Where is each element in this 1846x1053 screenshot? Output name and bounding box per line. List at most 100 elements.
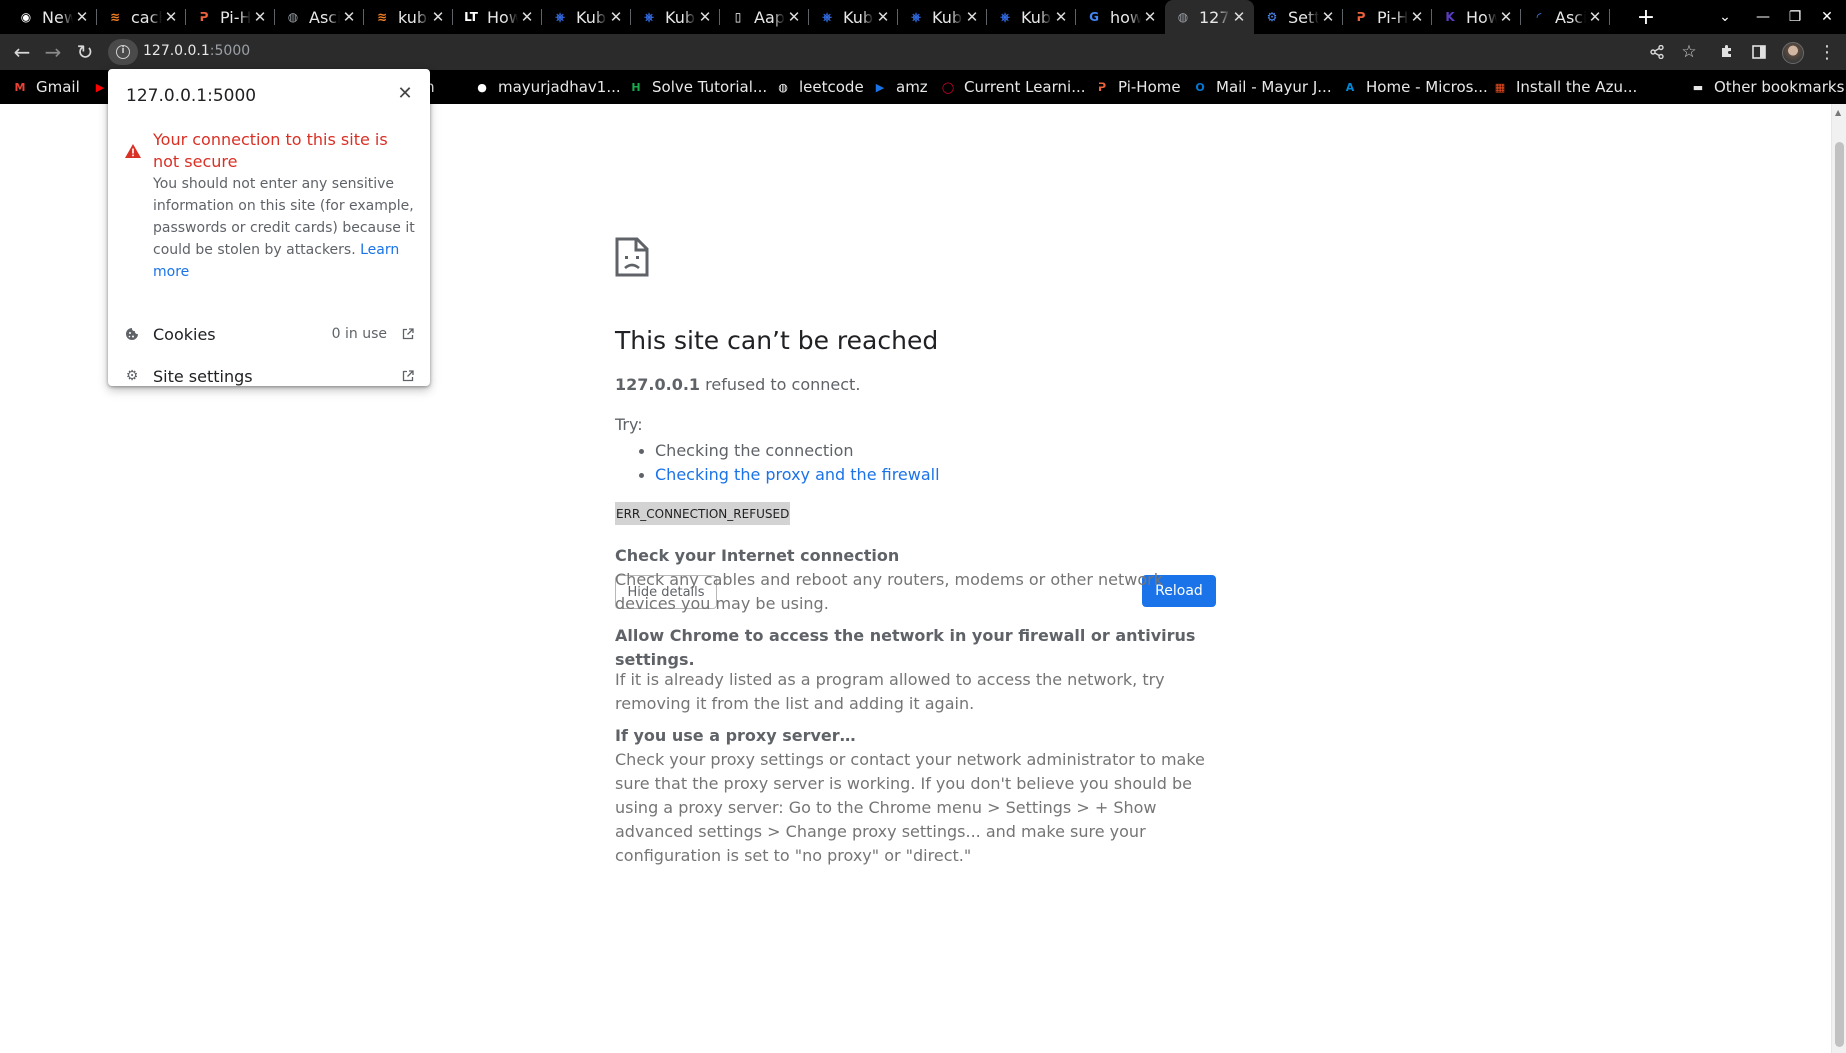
- tab-search-button[interactable]: ⌄: [1712, 0, 1738, 34]
- close-tab-icon[interactable]: ✕: [607, 8, 625, 26]
- tab-11[interactable]: ⎈ Kubernetes✕: [898, 0, 987, 34]
- minimize-button[interactable]: —: [1750, 0, 1776, 34]
- bookmark-13[interactable]: ▬ Other bookmarks: [1690, 70, 1845, 104]
- close-tab-icon[interactable]: ✕: [340, 8, 358, 26]
- tab-1[interactable]: ◉ New Tab✕: [8, 0, 97, 34]
- close-tab-icon[interactable]: ✕: [963, 8, 981, 26]
- tab-8[interactable]: ⎈ Kubernetes✕: [631, 0, 720, 34]
- url-text[interactable]: 127.0.0.1:5000: [143, 43, 250, 59]
- tab-title: Kubernetes: [665, 7, 696, 27]
- vertical-scrollbar[interactable]: ▲: [1831, 104, 1846, 1053]
- pihole-icon: ᕈ: [1097, 80, 1107, 94]
- globe-icon: ◍: [1177, 10, 1189, 24]
- new-tab-button[interactable]: +: [1636, 0, 1656, 34]
- bookmark-9[interactable]: ᕈ Pi-Home: [1094, 70, 1181, 104]
- bookmark-label: Gmail: [36, 78, 80, 96]
- pihole-icon: ᕈ: [1356, 10, 1366, 24]
- bookmark-label: mayurjadhav1...: [498, 78, 621, 96]
- close-tab-icon[interactable]: ✕: [874, 8, 892, 26]
- youtube-icon: ▶: [95, 80, 105, 94]
- kubernetes-icon: ⎈: [555, 9, 565, 24]
- microsoft-icon: ▦: [1494, 80, 1506, 94]
- tab-17[interactable]: K How to✕: [1432, 0, 1521, 34]
- bookmark-star-icon[interactable]: ☆: [1677, 34, 1701, 70]
- close-tab-icon[interactable]: ✕: [1408, 8, 1426, 26]
- close-tab-icon[interactable]: ✕: [1586, 8, 1604, 26]
- profile-avatar[interactable]: [1782, 42, 1804, 64]
- tab-14[interactable]: ◍ 127.0.0.1✕: [1165, 0, 1254, 34]
- url-host: 127.0.0.1: [143, 43, 210, 59]
- bookmark-1[interactable]: M Gmail: [12, 70, 80, 104]
- close-tab-icon[interactable]: ✕: [1052, 8, 1070, 26]
- tab-10[interactable]: ⎈ Kubernetes✕: [809, 0, 898, 34]
- close-tab-icon[interactable]: ✕: [1230, 8, 1248, 26]
- close-tab-icon[interactable]: ✕: [162, 8, 180, 26]
- bookmark-5[interactable]: H Solve Tutorial...: [628, 70, 767, 104]
- bookmark-label: Solve Tutorial...: [652, 78, 768, 96]
- tab-5[interactable]: ≋ kubernetes✕: [364, 0, 453, 34]
- tab-title: cache: [131, 7, 162, 27]
- close-tab-icon[interactable]: ✕: [1497, 8, 1515, 26]
- section-body-proxy: Check your proxy settings or contact you…: [615, 750, 1205, 865]
- site-settings-row[interactable]: ⚙ Site settings: [108, 356, 430, 396]
- bookmark-7[interactable]: ▶ amz: [872, 70, 928, 104]
- site-info-button[interactable]: i: [108, 39, 138, 65]
- section-body-firewall: If it is already listed as a program all…: [615, 670, 1165, 713]
- scrollbar-thumb[interactable]: [1835, 142, 1844, 1047]
- side-panel-icon[interactable]: [1747, 34, 1771, 70]
- suggestion-check-connection: Checking the connection: [639, 439, 940, 463]
- tab-3[interactable]: ᕈ Pi-Hole✕: [186, 0, 275, 34]
- scroll-up-arrow-icon[interactable]: ▲: [1835, 108, 1841, 117]
- bookmark-12[interactable]: ▦ Install the Azu...: [1492, 70, 1637, 104]
- tab-title: Kubernetes: [843, 7, 874, 27]
- close-tab-icon[interactable]: ✕: [1319, 8, 1337, 26]
- close-tab-icon[interactable]: ✕: [251, 8, 269, 26]
- back-button[interactable]: ←: [8, 34, 36, 70]
- cookies-row[interactable]: Cookies 0 in use: [108, 314, 430, 354]
- hackerrank-icon: H: [631, 80, 641, 94]
- close-tab-icon[interactable]: ✕: [429, 8, 447, 26]
- maximize-button[interactable]: ❐: [1782, 0, 1808, 34]
- tab-12[interactable]: ⎈ Kubernetes✕: [987, 0, 1076, 34]
- extensions-icon[interactable]: [1715, 34, 1739, 70]
- close-tab-icon[interactable]: ✕: [785, 8, 803, 26]
- tab-9[interactable]: ▯ Aapt✕: [720, 0, 809, 34]
- tab-title: How to: [487, 7, 518, 27]
- close-tab-icon[interactable]: ✕: [73, 8, 91, 26]
- kubernetes-icon: ⎈: [644, 9, 654, 24]
- share-icon[interactable]: [1645, 34, 1669, 70]
- tab-4[interactable]: ◍ Asciinema✕: [275, 0, 364, 34]
- error-code: ERR_CONNECTION_REFUSED: [615, 502, 791, 525]
- browser-window: ◉New Tab✕≋cache✕ᕈPi-Hole✕◍Asciinema✕≋kub…: [0, 0, 1846, 1053]
- tab-13[interactable]: Ghow to✕: [1076, 0, 1165, 34]
- tab-6[interactable]: LT How to✕: [453, 0, 542, 34]
- close-tab-icon[interactable]: ✕: [518, 8, 536, 26]
- bookmark-11[interactable]: A Home - Micros...: [1342, 70, 1488, 104]
- tab-16[interactable]: ᕈ Pi-Hole✕: [1343, 0, 1432, 34]
- bookmark-4[interactable]: ● mayurjadhav1...: [474, 70, 621, 104]
- address-bar[interactable]: i 127.0.0.1:5000: [108, 39, 1688, 65]
- error-host: 127.0.0.1: [615, 375, 701, 394]
- tab-title: How to: [1466, 7, 1497, 27]
- tab-2[interactable]: ≋ cache✕: [97, 0, 186, 34]
- bookmark-8[interactable]: ◯ Current Learni...: [940, 70, 1086, 104]
- close-icon[interactable]: ✕: [394, 83, 416, 105]
- tab-15[interactable]: ⚙ Settings✕: [1254, 0, 1343, 34]
- section-heading-proxy: If you use a proxy server…: [615, 726, 856, 745]
- close-tab-icon[interactable]: ✕: [1141, 8, 1159, 26]
- reload-button[interactable]: ↻: [71, 34, 99, 70]
- close-tab-icon[interactable]: ✕: [696, 8, 714, 26]
- try-label: Try:: [615, 415, 643, 434]
- kubernetes-icon: ⎈: [1000, 9, 1010, 24]
- bookmark-10[interactable]: O Mail - Mayur J...: [1192, 70, 1331, 104]
- kubernetes-icon: ⎈: [911, 9, 921, 24]
- bookmark-6[interactable]: ◍ leetcode: [775, 70, 864, 104]
- forward-button[interactable]: →: [39, 34, 67, 70]
- connection-warning-title: Your connection to this site is not secu…: [153, 130, 388, 171]
- tab-18[interactable]: ◜ Asciinema✕: [1521, 0, 1610, 34]
- cookie-icon: [125, 327, 139, 341]
- menu-kebab-icon[interactable]: ⋮: [1815, 34, 1839, 70]
- close-window-button[interactable]: ✕: [1814, 0, 1840, 34]
- suggestion-proxy-firewall-link[interactable]: Checking the proxy and the firewall: [639, 463, 940, 487]
- tab-7[interactable]: ⎈ Kubernetes✕: [542, 0, 631, 34]
